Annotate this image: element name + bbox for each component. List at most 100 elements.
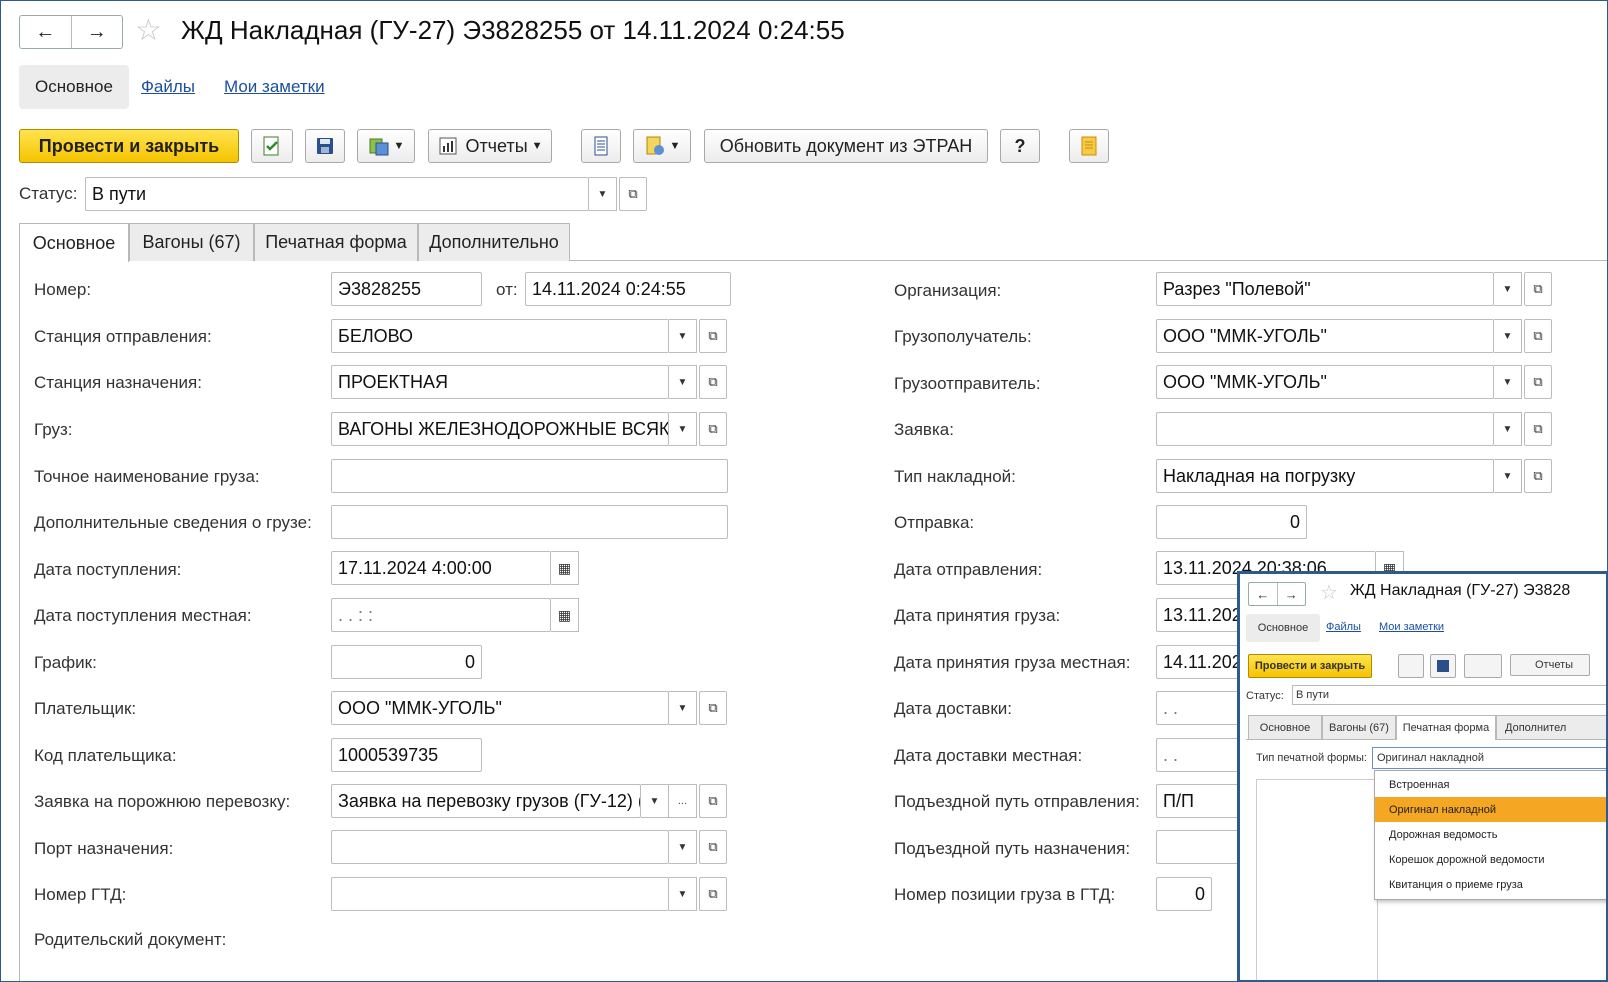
- dropdown-item-builtin[interactable]: Встроенная: [1375, 772, 1595, 797]
- chevron-down-icon[interactable]: ▼: [1494, 319, 1522, 353]
- select-ellipsis-icon[interactable]: …: [669, 784, 697, 818]
- open-icon[interactable]: ⧉: [699, 691, 727, 725]
- forward-arrow-icon[interactable]: →: [72, 16, 123, 48]
- chevron-down-icon[interactable]: ▼: [1494, 365, 1522, 399]
- cargo-extra-info-field[interactable]: [331, 505, 728, 539]
- post-and-close-button[interactable]: Провести и закрыть: [19, 129, 239, 163]
- chevron-down-icon[interactable]: ▼: [669, 877, 697, 911]
- reports-button[interactable]: Отчеты ▼: [428, 129, 552, 163]
- inset-tab-additional[interactable]: Дополнител: [1496, 715, 1606, 739]
- open-icon[interactable]: ⧉: [699, 830, 727, 864]
- chevron-down-icon[interactable]: ▼: [669, 365, 697, 399]
- inset-tab-print-form[interactable]: Печатная форма: [1396, 715, 1496, 740]
- chevron-down-icon[interactable]: ▼: [589, 177, 617, 211]
- forward-arrow-icon[interactable]: →: [1278, 583, 1306, 605]
- open-icon[interactable]: ⧉: [1524, 272, 1552, 306]
- destination-port-field[interactable]: [331, 830, 669, 864]
- save-button[interactable]: [305, 129, 345, 163]
- open-icon[interactable]: ⧉: [1524, 319, 1552, 353]
- waybill-type-field[interactable]: Накладная на погрузку: [1156, 459, 1494, 493]
- status-field[interactable]: В пути: [85, 177, 589, 211]
- payer-code-field[interactable]: 1000539735: [331, 738, 482, 772]
- post-button[interactable]: [251, 129, 293, 163]
- status-label: Статус:: [19, 184, 78, 203]
- destination-station-label: Станция назначения:: [34, 373, 202, 392]
- notes-button[interactable]: [1069, 129, 1109, 163]
- gtd-position-field[interactable]: 0: [1156, 877, 1212, 911]
- create-based-on-button[interactable]: ▼: [357, 129, 415, 163]
- chevron-down-icon[interactable]: ▼: [1494, 459, 1522, 493]
- inset-create-based-button[interactable]: [1464, 654, 1502, 678]
- update-from-etran-button[interactable]: Обновить документ из ЭТРАН: [704, 129, 988, 163]
- number-field[interactable]: Э3828255: [331, 272, 482, 306]
- calendar-icon[interactable]: ▦: [551, 551, 579, 585]
- chevron-down-icon[interactable]: ▼: [641, 784, 669, 818]
- cargo-field[interactable]: ВАГОНЫ ЖЕЛЕЗНОДОРОЖНЫЕ ВСЯК: [331, 412, 669, 446]
- schedule-field[interactable]: 0: [331, 645, 482, 679]
- date-from-field[interactable]: 14.11.2024 0:24:55: [525, 272, 731, 306]
- number-label: Номер:: [34, 280, 92, 299]
- acceptance-date-local-label: Дата принятия груза местная:: [894, 653, 1131, 672]
- organization-field[interactable]: Разрез "Полевой": [1156, 272, 1494, 306]
- chevron-down-icon[interactable]: ▼: [669, 691, 697, 725]
- print-type-field[interactable]: Оригинал накладной: [1372, 747, 1606, 769]
- inset-save-button[interactable]: [1430, 654, 1456, 678]
- open-icon[interactable]: ⧉: [699, 412, 727, 446]
- dropdown-item-original[interactable]: Оригинал накладной: [1375, 797, 1606, 822]
- inset-tab-wagons[interactable]: Вагоны (67): [1322, 715, 1396, 739]
- back-arrow-icon[interactable]: ←: [1249, 583, 1278, 605]
- tab-additional[interactable]: Дополнительно: [418, 223, 570, 261]
- dropdown-item-road-sheet-stub[interactable]: Корешок дорожной ведомости: [1375, 847, 1595, 872]
- inset-section-main[interactable]: Основное: [1246, 614, 1320, 642]
- section-main[interactable]: Основное: [19, 65, 129, 109]
- open-icon[interactable]: ⧉: [699, 365, 727, 399]
- chevron-down-icon[interactable]: ▼: [669, 319, 697, 353]
- chevron-down-icon[interactable]: ▼: [669, 830, 697, 864]
- payer-field[interactable]: ООО "ММК-УГОЛЬ": [331, 691, 669, 725]
- open-icon[interactable]: ⧉: [619, 177, 647, 211]
- departure-station-field[interactable]: БЕЛОВО: [331, 319, 669, 353]
- open-icon[interactable]: ⧉: [699, 784, 727, 818]
- arrival-date-field[interactable]: 17.11.2024 4:00:00: [331, 551, 551, 585]
- favorite-star-icon[interactable]: ☆: [1320, 580, 1338, 605]
- consignee-field[interactable]: ООО "ММК-УГОЛЬ": [1156, 319, 1494, 353]
- chevron-down-icon[interactable]: ▼: [1494, 412, 1522, 446]
- tab-wagons[interactable]: Вагоны (67): [129, 223, 254, 261]
- favorite-star-icon[interactable]: ☆: [135, 13, 162, 48]
- open-icon[interactable]: ⧉: [1524, 459, 1552, 493]
- back-arrow-icon[interactable]: ←: [20, 16, 72, 48]
- list-button[interactable]: [581, 129, 621, 163]
- empty-transport-request-field[interactable]: Заявка на перевозку грузов (ГУ-12) (: [331, 784, 641, 818]
- dropdown-item-receipt[interactable]: Квитанция о приеме груза: [1375, 872, 1595, 897]
- open-icon[interactable]: ⧉: [699, 319, 727, 353]
- destination-station-field[interactable]: ПРОЕКТНАЯ: [331, 365, 669, 399]
- section-notes[interactable]: Мои заметки: [224, 65, 325, 109]
- chevron-down-icon[interactable]: ▼: [669, 412, 697, 446]
- shipper-field[interactable]: ООО "ММК-УГОЛЬ": [1156, 365, 1494, 399]
- shipment-field[interactable]: 0: [1156, 505, 1307, 539]
- open-icon[interactable]: ⧉: [699, 877, 727, 911]
- inset-section-files[interactable]: Файлы: [1326, 621, 1361, 633]
- tab-print-form[interactable]: Печатная форма: [254, 223, 418, 261]
- inset-post-button[interactable]: [1398, 654, 1424, 678]
- open-icon[interactable]: ⧉: [1524, 365, 1552, 399]
- inset-reports-button[interactable]: Отчеты: [1510, 654, 1590, 676]
- chevron-down-icon[interactable]: ▼: [1494, 272, 1522, 306]
- arrival-date-local-field[interactable]: . . : :: [331, 598, 551, 632]
- request-field[interactable]: [1156, 412, 1494, 446]
- dropdown-item-road-sheet[interactable]: Дорожная ведомость: [1375, 822, 1595, 847]
- exact-cargo-name-field[interactable]: [331, 459, 728, 493]
- inset-section-notes[interactable]: Мои заметки: [1379, 621, 1444, 633]
- print-settings-button[interactable]: ▼: [633, 129, 691, 163]
- inset-post-and-close-button[interactable]: Провести и закрыть: [1248, 654, 1372, 678]
- section-files[interactable]: Файлы: [141, 65, 195, 109]
- inset-status-field[interactable]: В пути: [1292, 685, 1606, 705]
- parent-document-label: Родительский документ:: [34, 930, 227, 949]
- tab-main[interactable]: Основное: [19, 223, 129, 262]
- gtd-number-field[interactable]: [331, 877, 669, 911]
- departure-station-label: Станция отправления:: [34, 327, 212, 346]
- open-icon[interactable]: ⧉: [1524, 412, 1552, 446]
- calendar-icon[interactable]: ▦: [551, 598, 579, 632]
- inset-tab-main[interactable]: Основное: [1248, 715, 1322, 739]
- help-button[interactable]: ?: [1000, 129, 1040, 163]
